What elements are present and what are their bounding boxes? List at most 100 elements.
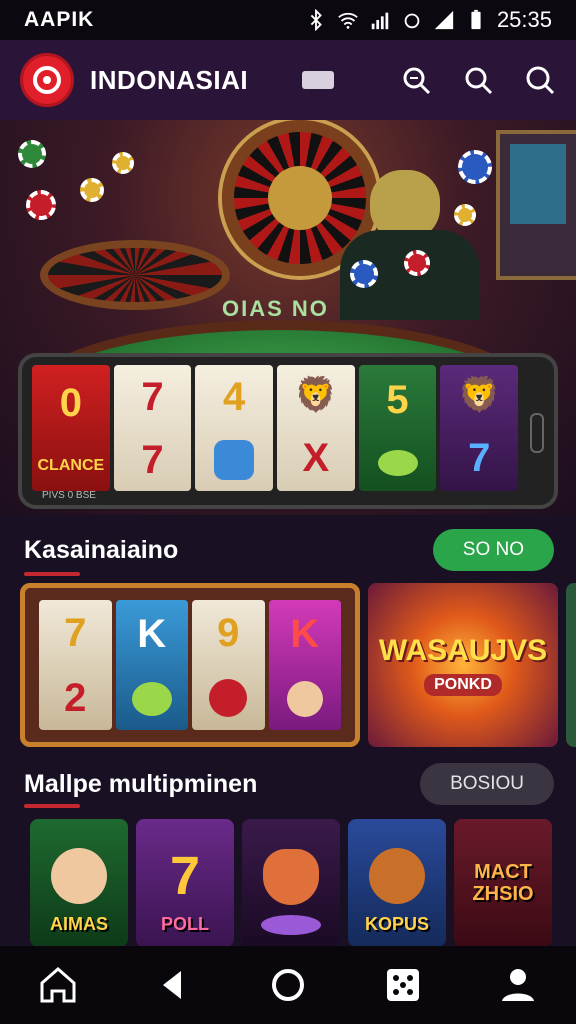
reel: 9 <box>192 600 265 730</box>
game-tile[interactable]: KOPUS <box>348 819 446 947</box>
dice-icon <box>214 439 255 480</box>
app-header: INDONASIAI <box>0 40 576 120</box>
back-icon[interactable] <box>151 963 195 1007</box>
apps-icon[interactable] <box>381 963 425 1007</box>
alarm-icon <box>404 13 420 29</box>
slot-reels: 0 CLANCE 7 7 4 🦁 X 5 🦁 7 <box>32 365 519 491</box>
slot-phone-preview[interactable]: 0 CLANCE 7 7 4 🦁 X 5 🦁 7 PIVS 0 BSE <box>18 353 558 509</box>
section-underline <box>24 572 80 576</box>
next-card-peek[interactable] <box>566 583 576 747</box>
reel: K <box>115 600 188 730</box>
reel-symbol: 7 <box>468 436 491 480</box>
promo-subtitle: PONKD <box>424 674 502 696</box>
reel-symbol: K <box>137 612 167 656</box>
slot-machine <box>496 130 576 280</box>
promo-card[interactable]: WASAUJVS PONKD <box>368 583 558 747</box>
game-tile[interactable] <box>242 819 340 947</box>
featured-slot-card[interactable]: 7 2 K 9 K <box>20 583 360 747</box>
section-header-casino: Kasainaiaino SO NO <box>24 529 554 571</box>
section-title: Mallpe multipminen <box>24 769 258 798</box>
reel-symbol: 7 <box>141 437 164 482</box>
section-header-multiplayer: Mallpe multipminen BOSIOU <box>24 763 554 805</box>
table-label: OIAS NO <box>222 296 329 321</box>
status-bar: AAPIK 25:35 <box>0 0 576 40</box>
clock: 25:35 <box>496 7 552 32</box>
search-icon[interactable] <box>462 64 494 96</box>
section-title: Kasainaiaino <box>24 535 179 564</box>
reel-symbol: 5 <box>386 378 409 422</box>
signal-triangle-icon <box>434 10 454 30</box>
promo-title: WASAUJVS <box>378 634 548 667</box>
reel-caption: CLANCE <box>37 456 105 474</box>
game-label: POLL <box>161 914 209 934</box>
reel: 5 <box>358 365 437 491</box>
wifi-icon <box>338 12 358 29</box>
game-tiles: AIMAS 7 POLL KOPUS MACT ZHSIO <box>30 819 576 947</box>
reel: 4 <box>195 365 274 491</box>
game-label: AIMAS <box>50 914 108 934</box>
character-icon <box>286 680 323 717</box>
leaf-icon <box>377 450 418 476</box>
phone-side-button <box>530 413 544 453</box>
chip-icon <box>350 260 378 288</box>
roulette-wheel-small <box>40 240 230 310</box>
leaf-icon <box>131 682 172 716</box>
section-underline <box>24 804 80 808</box>
game-label: KOPUS <box>364 914 429 934</box>
chip-icon <box>18 140 46 168</box>
chip-icon <box>454 204 476 226</box>
game-tile[interactable]: MACT ZHSIO <box>454 819 552 947</box>
reel: 0 CLANCE <box>32 365 110 491</box>
app-logo[interactable] <box>20 53 74 107</box>
signal-icon <box>371 12 389 30</box>
bear-icon <box>369 848 425 904</box>
search-icon[interactable] <box>524 64 556 96</box>
logo-icon <box>33 66 61 94</box>
reel-symbol: 4 <box>223 374 246 419</box>
reel-symbol: 7 <box>64 610 87 655</box>
chip-icon <box>404 250 430 276</box>
reel-symbol: 2 <box>64 675 87 720</box>
reel: 🦁 7 <box>440 365 519 491</box>
ticket-icon[interactable] <box>302 71 335 89</box>
reel-symbol: 0 <box>59 380 82 425</box>
reel: K <box>268 600 341 730</box>
phone-footer-text: PIVS 0 BSE <box>42 490 96 501</box>
bottom-navigation <box>0 946 576 1024</box>
game-tile[interactable]: 7 POLL <box>136 819 234 947</box>
carrier-label: AAPIK <box>24 8 95 31</box>
reel-symbol: K <box>290 611 320 656</box>
reel-symbol: 🦁 <box>294 376 338 414</box>
game-tile[interactable]: AIMAS <box>30 819 128 947</box>
header-actions <box>400 64 556 96</box>
featured-games: 7 2 K 9 K WASAUJVS PONKD <box>20 583 576 747</box>
ring-icon <box>209 679 248 717</box>
reel: 7 2 <box>39 600 112 730</box>
reel-symbol: X <box>302 436 330 480</box>
circle-icon[interactable] <box>266 963 310 1007</box>
reel: 🦁 X <box>277 365 355 491</box>
chip-icon <box>112 152 134 174</box>
reel-symbol: 9 <box>217 611 240 655</box>
section-action-button[interactable]: BOSIOU <box>420 763 554 805</box>
search-zoom-icon[interactable] <box>400 64 432 96</box>
section-action-button[interactable]: SO NO <box>432 529 554 571</box>
dealer-figure <box>340 170 480 320</box>
home-icon[interactable] <box>36 963 80 1007</box>
battery-icon <box>471 9 481 30</box>
game-label: MACT ZHSIO <box>472 861 534 905</box>
chip-icon <box>26 190 56 220</box>
hero-banner[interactable]: OIAS NO 0 CLANCE 7 7 4 🦁 X 5 🦁 7 PIVS 0 … <box>0 120 576 515</box>
bluetooth-icon <box>310 9 322 31</box>
fox-icon <box>263 849 319 905</box>
character-icon <box>51 848 107 904</box>
app-title: INDONASIAI <box>90 64 249 95</box>
profile-icon[interactable] <box>496 963 540 1007</box>
status-icons: 25:35 <box>305 7 552 33</box>
reel-symbol: 7 <box>141 374 164 419</box>
seven-icon: 7 <box>169 846 201 906</box>
chip-icon <box>80 178 104 202</box>
reel: 7 7 <box>113 365 192 491</box>
chip-icon <box>458 150 492 184</box>
reel-symbol: 🦁 <box>458 376 501 414</box>
